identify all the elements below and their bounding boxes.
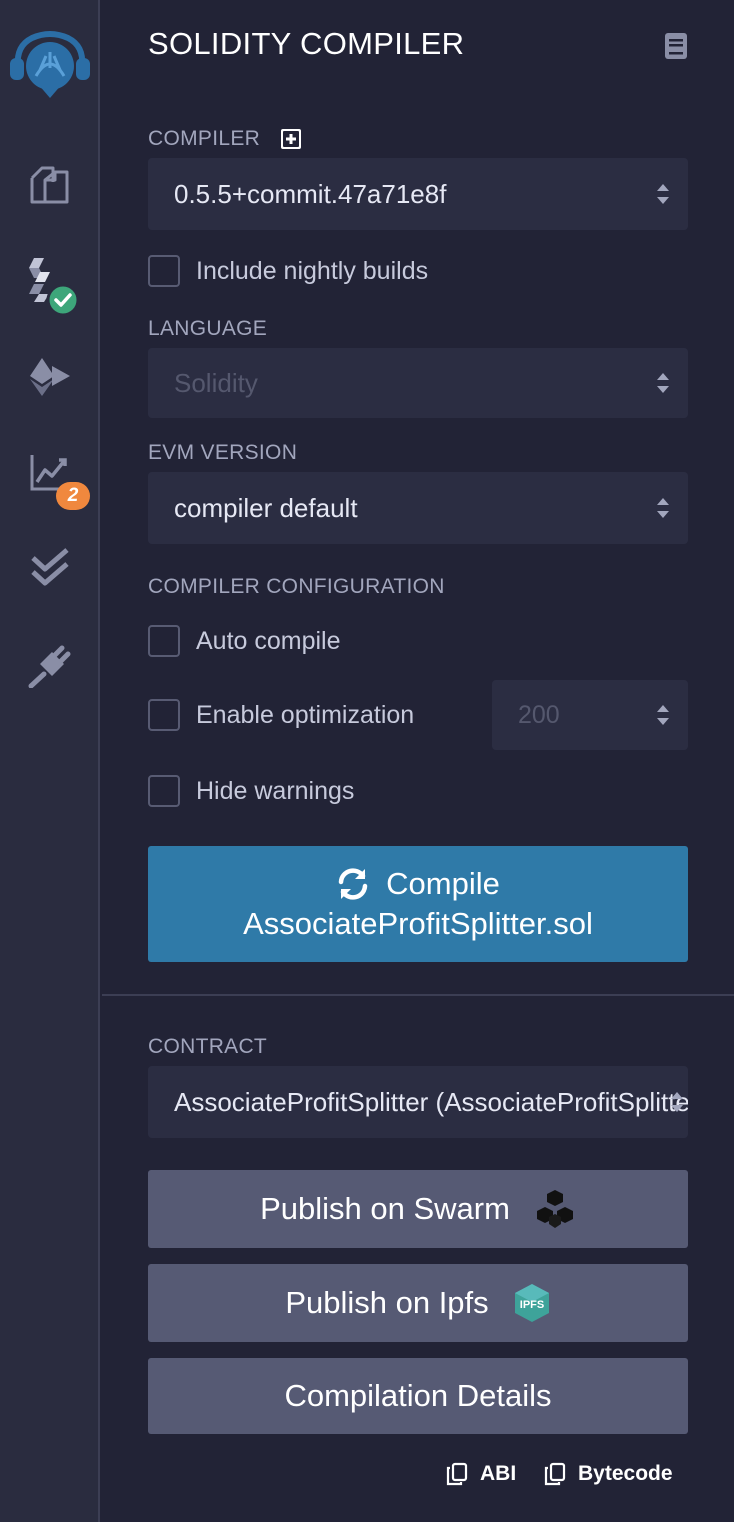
language-value: Solidity — [174, 368, 258, 398]
optimization-label: Enable optimization — [196, 700, 415, 729]
select-arrows-icon — [657, 498, 669, 518]
contract-select[interactable]: AssociateProfitSplitter (AssociateProfit… — [148, 1066, 688, 1138]
testing-double-check-icon[interactable] — [29, 548, 71, 588]
evm-version-label: EVM VERSION — [148, 441, 298, 464]
stepper-arrows-icon[interactable] — [656, 702, 670, 728]
icon-sidebar: 2 — [0, 0, 100, 1522]
optimization-checkbox[interactable] — [148, 699, 180, 731]
evm-version-value: compiler default — [174, 493, 358, 523]
nightly-builds-row[interactable]: Include nightly builds — [148, 254, 428, 288]
swarm-logo-icon — [536, 1190, 573, 1228]
refresh-icon — [338, 868, 368, 900]
analysis-count-badge: 2 — [56, 482, 90, 510]
compile-button-label: Compile — [386, 866, 500, 901]
copy-abi-button[interactable]: ABI — [446, 1462, 516, 1486]
compile-button-filename: AssociateProfitSplitter.sol — [243, 906, 593, 941]
optimization-runs-input[interactable]: 200 — [492, 680, 688, 750]
compiler-label: COMPILER — [148, 127, 261, 150]
select-arrows-icon — [657, 184, 669, 204]
optimization-row[interactable]: Enable optimization — [148, 698, 414, 732]
hide-warnings-label: Hide warnings — [196, 776, 355, 805]
ipfs-logo-icon: IPFS — [514, 1284, 549, 1322]
copy-icon — [446, 1462, 468, 1486]
compilation-details-label: Compilation Details — [284, 1378, 552, 1413]
file-explorer-icon[interactable] — [29, 164, 71, 206]
compiler-version-select[interactable]: 0.5.5+commit.47a71e8f — [148, 158, 688, 230]
ipfs-logo-text: IPFS — [519, 1299, 543, 1311]
documentation-book-icon[interactable] — [664, 32, 688, 60]
nightly-builds-checkbox[interactable] — [148, 255, 180, 287]
compile-button[interactable]: Compile AssociateProfitSplitter.sol — [148, 846, 688, 962]
auto-compile-row[interactable]: Auto compile — [148, 624, 341, 658]
select-arrows-icon — [657, 373, 669, 393]
solidity-compiler-icon[interactable] — [20, 256, 80, 316]
publish-ipfs-label: Publish on Ipfs — [285, 1285, 489, 1320]
auto-compile-label: Auto compile — [196, 626, 341, 655]
deploy-run-icon[interactable] — [28, 354, 72, 398]
auto-compile-checkbox[interactable] — [148, 625, 180, 657]
evm-version-select[interactable]: compiler default — [148, 472, 688, 544]
language-select[interactable]: Solidity — [148, 348, 688, 418]
copy-bytecode-label: Bytecode — [578, 1462, 673, 1485]
remix-logo-icon[interactable] — [8, 26, 92, 100]
add-compiler-plus-icon[interactable] — [280, 128, 302, 150]
publish-ipfs-button[interactable]: Publish on Ipfs IPFS — [148, 1264, 688, 1342]
publish-swarm-button[interactable]: Publish on Swarm — [148, 1170, 688, 1248]
select-arrows-icon — [671, 1092, 683, 1112]
compiler-version-value: 0.5.5+commit.47a71e8f — [174, 179, 447, 209]
hide-warnings-checkbox[interactable] — [148, 775, 180, 807]
copy-icon — [544, 1462, 566, 1486]
hide-warnings-row[interactable]: Hide warnings — [148, 774, 354, 808]
copy-abi-label: ABI — [480, 1462, 517, 1485]
contract-value: AssociateProfitSplitter (AssociateProfit… — [174, 1087, 688, 1117]
language-label: LANGUAGE — [148, 317, 268, 340]
publish-swarm-label: Publish on Swarm — [260, 1191, 510, 1226]
contract-label: CONTRACT — [148, 1035, 268, 1058]
compiler-panel: SOLIDITY COMPILER COMPILER 0.5.5+commit.… — [102, 0, 734, 1522]
compiler-configuration-label: COMPILER CONFIGURATION — [148, 575, 445, 598]
section-divider — [102, 994, 734, 996]
optimization-runs-value: 200 — [518, 701, 560, 729]
copy-bytecode-button[interactable]: Bytecode — [544, 1462, 673, 1486]
compilation-details-button[interactable]: Compilation Details — [148, 1358, 688, 1434]
panel-title: SOLIDITY COMPILER — [148, 26, 465, 61]
plugin-manager-icon[interactable] — [28, 644, 72, 688]
nightly-builds-label: Include nightly builds — [196, 256, 429, 285]
